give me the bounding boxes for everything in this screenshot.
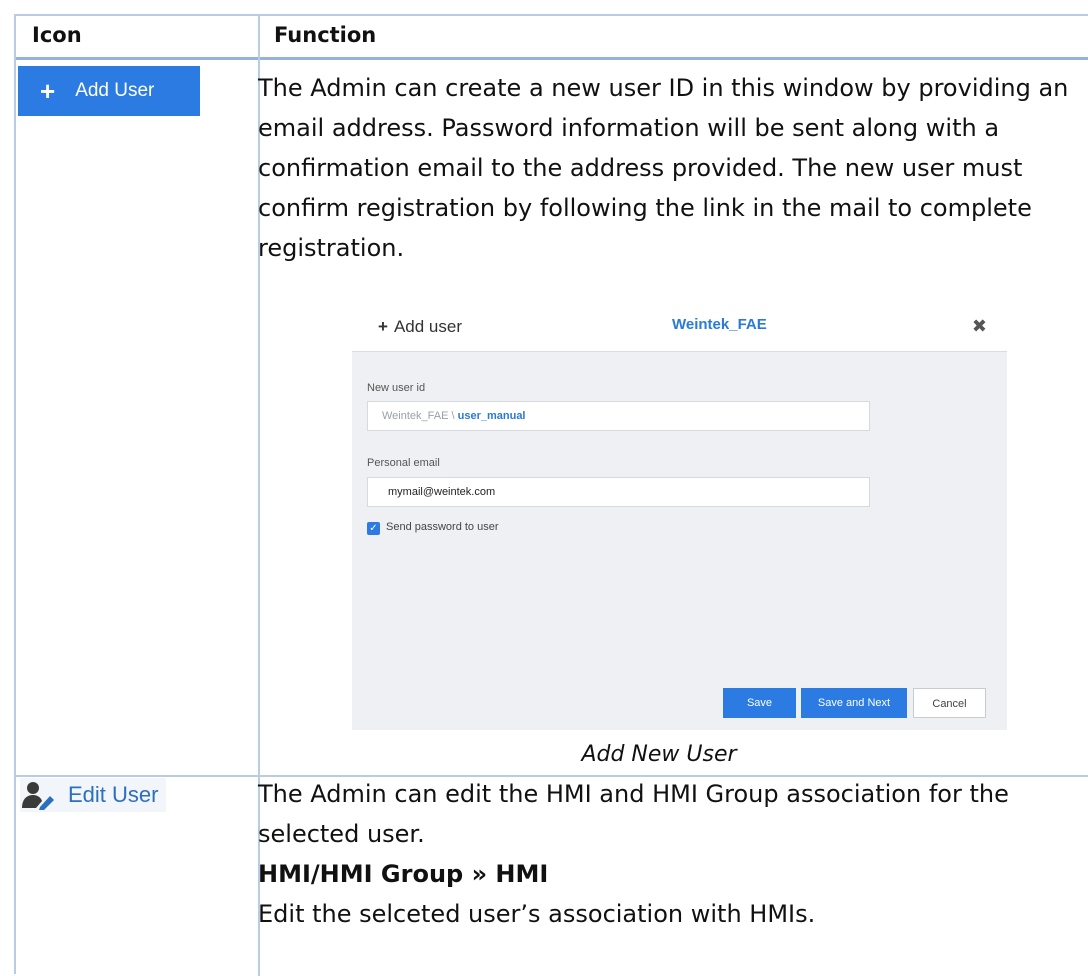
personal-email-field[interactable]: mymail@weintek.com xyxy=(367,477,870,507)
edit-user-description: The Admin can edit the HMI and HMI Group… xyxy=(258,774,1078,934)
user-id-value: user_manual xyxy=(457,410,526,422)
add-user-button[interactable]: + Add User xyxy=(18,66,200,116)
header-function-column: Function xyxy=(274,23,377,47)
dialog-title-text: Add user xyxy=(393,317,462,336)
dialog-header: + Add user Weintek_FAE ✖ xyxy=(352,310,1007,352)
cancel-button[interactable]: Cancel xyxy=(913,688,986,718)
add-user-label: Add User xyxy=(75,80,155,101)
add-user-description: The Admin can create a new user ID in th… xyxy=(258,74,1069,262)
table-header: Icon Function xyxy=(16,16,1088,60)
plus-icon: + xyxy=(40,76,56,106)
send-password-checkbox[interactable]: ✓ xyxy=(367,522,380,535)
personal-email-value: mymail@weintek.com xyxy=(388,486,496,498)
header-icon-column: Icon xyxy=(32,23,82,47)
personal-email-label: Personal email xyxy=(367,457,440,469)
new-user-id-field[interactable]: Weintek_FAE \ user_manual xyxy=(367,401,870,431)
plus-icon: + xyxy=(378,317,388,336)
dialog-body: New user id Weintek_FAE \ user_manual Pe… xyxy=(352,352,1007,730)
user-id-prefix: Weintek_FAE \ xyxy=(382,410,455,422)
save-and-next-button[interactable]: Save and Next xyxy=(801,688,907,718)
edit-user-label: Edit User xyxy=(68,782,159,807)
user-edit-icon xyxy=(20,780,56,810)
edit-user-button[interactable]: Edit User xyxy=(20,778,167,812)
edit-user-text: The Admin can edit the HMI and HMI Group… xyxy=(258,780,1009,848)
dialog-title: + Add user xyxy=(378,317,462,337)
add-user-dialog: + Add user Weintek_FAE ✖ New user id Wein… xyxy=(352,310,1007,730)
tenant-name: Weintek_FAE xyxy=(672,316,767,333)
edit-user-hmi-text: Edit the selceted user’s association wit… xyxy=(258,900,816,928)
figure-caption: Add New User xyxy=(581,742,737,767)
send-password-label: Send password to user xyxy=(386,521,499,533)
new-user-id-label: New user id xyxy=(367,382,426,394)
save-button[interactable]: Save xyxy=(723,688,796,718)
close-icon[interactable]: ✖ xyxy=(972,316,987,337)
hmi-group-heading: HMI/HMI Group » HMI xyxy=(258,860,549,888)
